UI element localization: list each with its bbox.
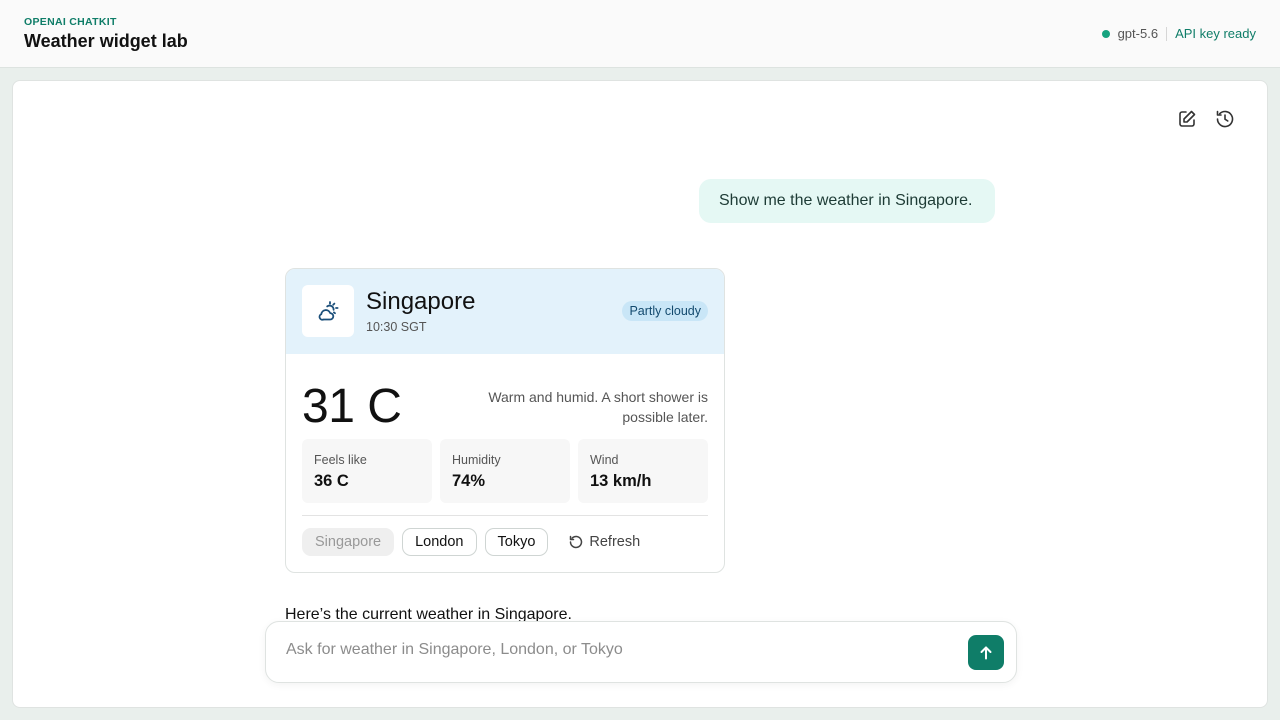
partly-cloudy-icon bbox=[318, 301, 339, 321]
widget-actions: Singapore London Tokyo Refresh bbox=[302, 527, 640, 557]
refresh-button[interactable]: Refresh bbox=[568, 534, 640, 550]
message-input[interactable] bbox=[286, 641, 946, 659]
status-dot-icon bbox=[1101, 29, 1110, 38]
status-divider bbox=[1166, 26, 1168, 41]
temperature: 31 C bbox=[302, 380, 402, 433]
refresh-icon bbox=[570, 535, 583, 549]
model-name: gpt-5.6 bbox=[1117, 26, 1159, 41]
city-button-tokyo[interactable]: Tokyo bbox=[484, 528, 549, 556]
stat-label: Humidity bbox=[452, 453, 501, 467]
stat-humidity: Humidity 74% bbox=[440, 439, 570, 503]
stat-label: Feels like bbox=[314, 453, 367, 467]
new-chat-button[interactable] bbox=[1175, 107, 1199, 131]
widget-divider bbox=[302, 515, 708, 516]
top-bar: OPENAI CHATKIT Weather widget lab gpt-5.… bbox=[0, 0, 1280, 68]
stat-value: 36 C bbox=[314, 472, 349, 490]
stat-value: 74% bbox=[452, 472, 486, 490]
app-title: Weather widget lab bbox=[24, 31, 188, 51]
composer bbox=[265, 621, 1017, 683]
send-button[interactable] bbox=[968, 635, 1004, 670]
compose-icon bbox=[1179, 110, 1196, 127]
history-icon bbox=[1216, 110, 1234, 128]
city-name: Singapore bbox=[366, 288, 476, 315]
chat-panel: Show me the weather in Singapore. Singap… bbox=[12, 80, 1268, 708]
stat-value: 13 km/h bbox=[590, 472, 652, 490]
city-button-singapore[interactable]: Singapore bbox=[302, 528, 395, 556]
api-key-status: API key ready bbox=[1175, 26, 1256, 41]
arrow-up-icon bbox=[980, 646, 992, 659]
weather-stats: Feels like 36 C Humidity 74% Wind 13 km/… bbox=[302, 439, 708, 503]
stat-label: Wind bbox=[590, 453, 619, 467]
weather-widget: Singapore 10:30 SGT Partly cloudy 31 C W… bbox=[285, 268, 725, 573]
stat-wind: Wind 13 km/h bbox=[578, 439, 708, 503]
status-area: gpt-5.6 API key ready bbox=[1101, 26, 1256, 41]
user-message-bubble: Show me the weather in Singapore. bbox=[699, 179, 995, 223]
weather-summary: Warm and humid. A short shower is possib… bbox=[488, 389, 708, 425]
brand-eyebrow: OPENAI CHATKIT bbox=[24, 16, 117, 28]
refresh-label: Refresh bbox=[589, 534, 641, 550]
weather-widget-header: Singapore 10:30 SGT Partly cloudy bbox=[286, 269, 724, 354]
weather-icon-box bbox=[302, 285, 354, 337]
history-button[interactable] bbox=[1213, 107, 1237, 131]
condition-badge: Partly cloudy bbox=[622, 301, 708, 321]
local-time: 10:30 SGT bbox=[366, 320, 427, 334]
city-button-london[interactable]: London bbox=[402, 528, 477, 556]
stat-feels-like: Feels like 36 C bbox=[302, 439, 432, 503]
